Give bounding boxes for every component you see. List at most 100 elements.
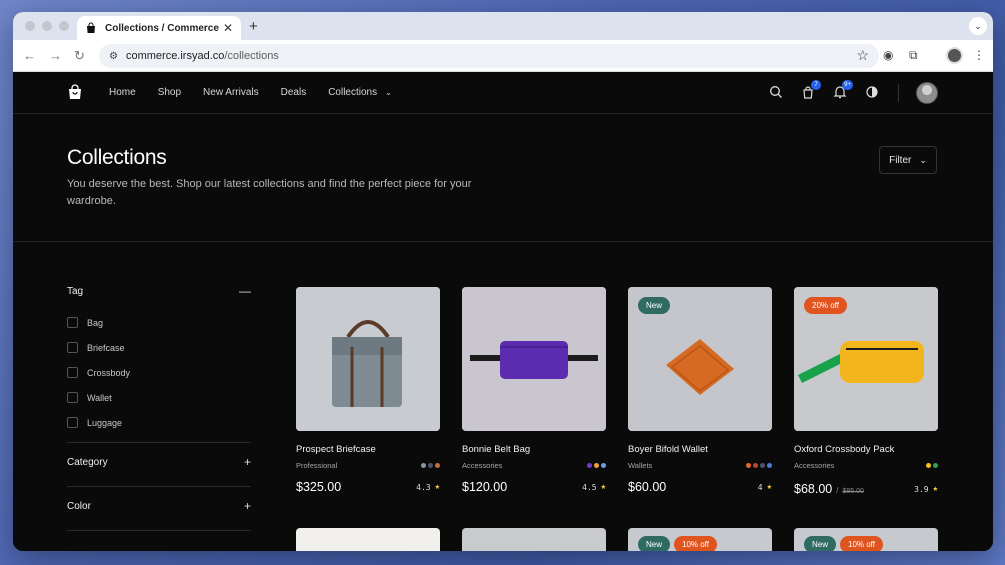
divider — [67, 486, 251, 487]
theme-toggle-icon[interactable] — [865, 85, 879, 99]
expand-icon[interactable]: + — [244, 455, 251, 469]
nav-actions: 7 9+ — [769, 80, 879, 99]
site-settings-icon[interactable]: ⚙ — [109, 51, 118, 62]
tag-option-briefcase[interactable]: Briefcase — [67, 335, 251, 360]
swatch[interactable] — [421, 463, 426, 468]
category-heading: Category — [67, 456, 108, 468]
collections-header: Collections You deserve the best. Shop o… — [13, 114, 993, 242]
swatch[interactable] — [601, 463, 606, 468]
product-card[interactable]: 20% off Oxford Crossbody Pack Accessorie… — [794, 287, 938, 498]
product-card[interactable]: New Boyer Bifold Wallet Wallets $60.00 4… — [628, 287, 772, 498]
tag-option-crossbody[interactable]: Crossbody — [67, 360, 251, 385]
cart-count-badge: 7 — [811, 80, 821, 90]
product-category: Wallets — [628, 461, 653, 470]
product-image[interactable] — [296, 528, 440, 551]
address-bar[interactable]: ⚙ commerce.irsyad.co/collections ☆ — [99, 44, 879, 68]
product-grid: Prospect Briefcase Professional $325.00 … — [296, 287, 938, 551]
user-avatar[interactable] — [916, 82, 938, 104]
search-icon[interactable] — [769, 85, 783, 99]
close-window-button[interactable] — [25, 21, 35, 31]
product-footer: $60.00 4 ★ — [628, 480, 772, 494]
minimize-window-button[interactable] — [42, 21, 52, 31]
new-tab-button[interactable]: + — [249, 18, 258, 35]
product-name[interactable]: Oxford Crossbody Pack — [794, 444, 938, 455]
product-category: Professional — [296, 461, 338, 470]
main-menu: Home Shop New Arrivals Deals Collections… — [109, 87, 392, 98]
price-separator: / — [836, 486, 839, 495]
product-card[interactable]: Bonnie Belt Bag Accessories $120.00 4.5 ★ — [462, 287, 606, 498]
reload-icon[interactable]: ↻ — [74, 48, 85, 64]
browser-menu-icon[interactable]: ⋮ — [973, 48, 985, 62]
nav-collections[interactable]: Collections ⌄ — [328, 87, 392, 98]
product-name[interactable]: Boyer Bifold Wallet — [628, 444, 772, 455]
product-image[interactable] — [462, 287, 606, 431]
tag-option-wallet[interactable]: Wallet — [67, 385, 251, 410]
swatch[interactable] — [594, 463, 599, 468]
tag-label: Luggage — [87, 417, 123, 428]
browser-window: Collections / Commerce ✕ + ⌄ ← → ↻ ⚙ com… — [13, 12, 993, 551]
rating-value: 4.5 — [582, 482, 597, 492]
collapse-icon[interactable]: — — [239, 284, 251, 298]
store-logo-icon[interactable] — [67, 84, 83, 100]
puzzle-icon[interactable]: ⧉ — [909, 48, 918, 63]
nav-new-arrivals[interactable]: New Arrivals — [203, 87, 259, 98]
swatch[interactable] — [760, 463, 765, 468]
maximize-window-button[interactable] — [59, 21, 69, 31]
product-card[interactable]: Prospect Briefcase Professional $325.00 … — [296, 287, 440, 498]
browser-tab[interactable]: Collections / Commerce ✕ — [77, 16, 241, 40]
product-image[interactable] — [296, 287, 440, 431]
swatch[interactable] — [587, 463, 592, 468]
checkbox[interactable] — [67, 367, 78, 378]
product-image[interactable]: 20% off — [794, 287, 938, 431]
close-tab-icon[interactable]: ✕ — [223, 21, 233, 35]
filter-sidebar: Tag — Bag Briefcase Crossbody Wallet Lug… — [67, 284, 251, 543]
product-meta: Accessories — [794, 461, 938, 470]
nav-shop[interactable]: Shop — [158, 87, 181, 98]
checkbox[interactable] — [67, 317, 78, 328]
swatch[interactable] — [428, 463, 433, 468]
checkbox[interactable] — [67, 392, 78, 403]
checkbox[interactable] — [67, 342, 78, 353]
notifications-button[interactable]: 9+ — [833, 80, 853, 99]
back-icon[interactable]: ← — [23, 48, 36, 63]
product-card[interactable]: New 10% off — [794, 528, 938, 551]
swatch[interactable] — [926, 463, 931, 468]
tag-option-bag[interactable]: Bag — [67, 310, 251, 335]
swatch[interactable] — [933, 463, 938, 468]
product-image[interactable] — [462, 528, 606, 551]
extension-icon[interactable]: ◉ — [883, 48, 893, 62]
expand-icon[interactable]: + — [244, 499, 251, 513]
product-image[interactable]: New 10% off — [794, 528, 938, 551]
product-image[interactable]: New 10% off — [628, 528, 772, 551]
swatch[interactable] — [767, 463, 772, 468]
nav-deals[interactable]: Deals — [281, 87, 307, 98]
shopping-bag-icon — [87, 22, 95, 33]
product-name[interactable]: Prospect Briefcase — [296, 444, 440, 455]
product-image[interactable]: New — [628, 287, 772, 431]
chevron-down-icon: ⌄ — [385, 88, 392, 97]
swatch[interactable] — [753, 463, 758, 468]
nav-home[interactable]: Home — [109, 87, 136, 98]
browser-profile-icon[interactable] — [946, 47, 963, 64]
color-swatches — [587, 463, 606, 468]
cart-button[interactable]: 7 — [801, 80, 821, 99]
product-card[interactable] — [296, 528, 440, 551]
color-swatches — [746, 463, 772, 468]
color-section-header[interactable]: Color + — [67, 499, 251, 513]
tag-option-luggage[interactable]: Luggage — [67, 410, 251, 435]
tag-section-header[interactable]: Tag — — [67, 284, 251, 298]
product-card[interactable]: New 10% off — [628, 528, 772, 551]
tab-search-button[interactable]: ⌄ — [969, 17, 987, 35]
swatch[interactable] — [435, 463, 440, 468]
product-name[interactable]: Bonnie Belt Bag — [462, 444, 606, 455]
swatch[interactable] — [746, 463, 751, 468]
product-card[interactable] — [462, 528, 606, 551]
bookmark-star-icon[interactable]: ☆ — [856, 47, 869, 64]
tag-list: Bag Briefcase Crossbody Wallet Luggage — [67, 310, 251, 435]
filter-button[interactable]: Filter ⌄ — [879, 146, 937, 174]
category-section-header[interactable]: Category + — [67, 455, 251, 469]
checkbox[interactable] — [67, 417, 78, 428]
forward-icon[interactable]: → — [49, 48, 62, 63]
star-icon: ★ — [434, 482, 440, 492]
tag-label: Wallet — [87, 392, 112, 403]
